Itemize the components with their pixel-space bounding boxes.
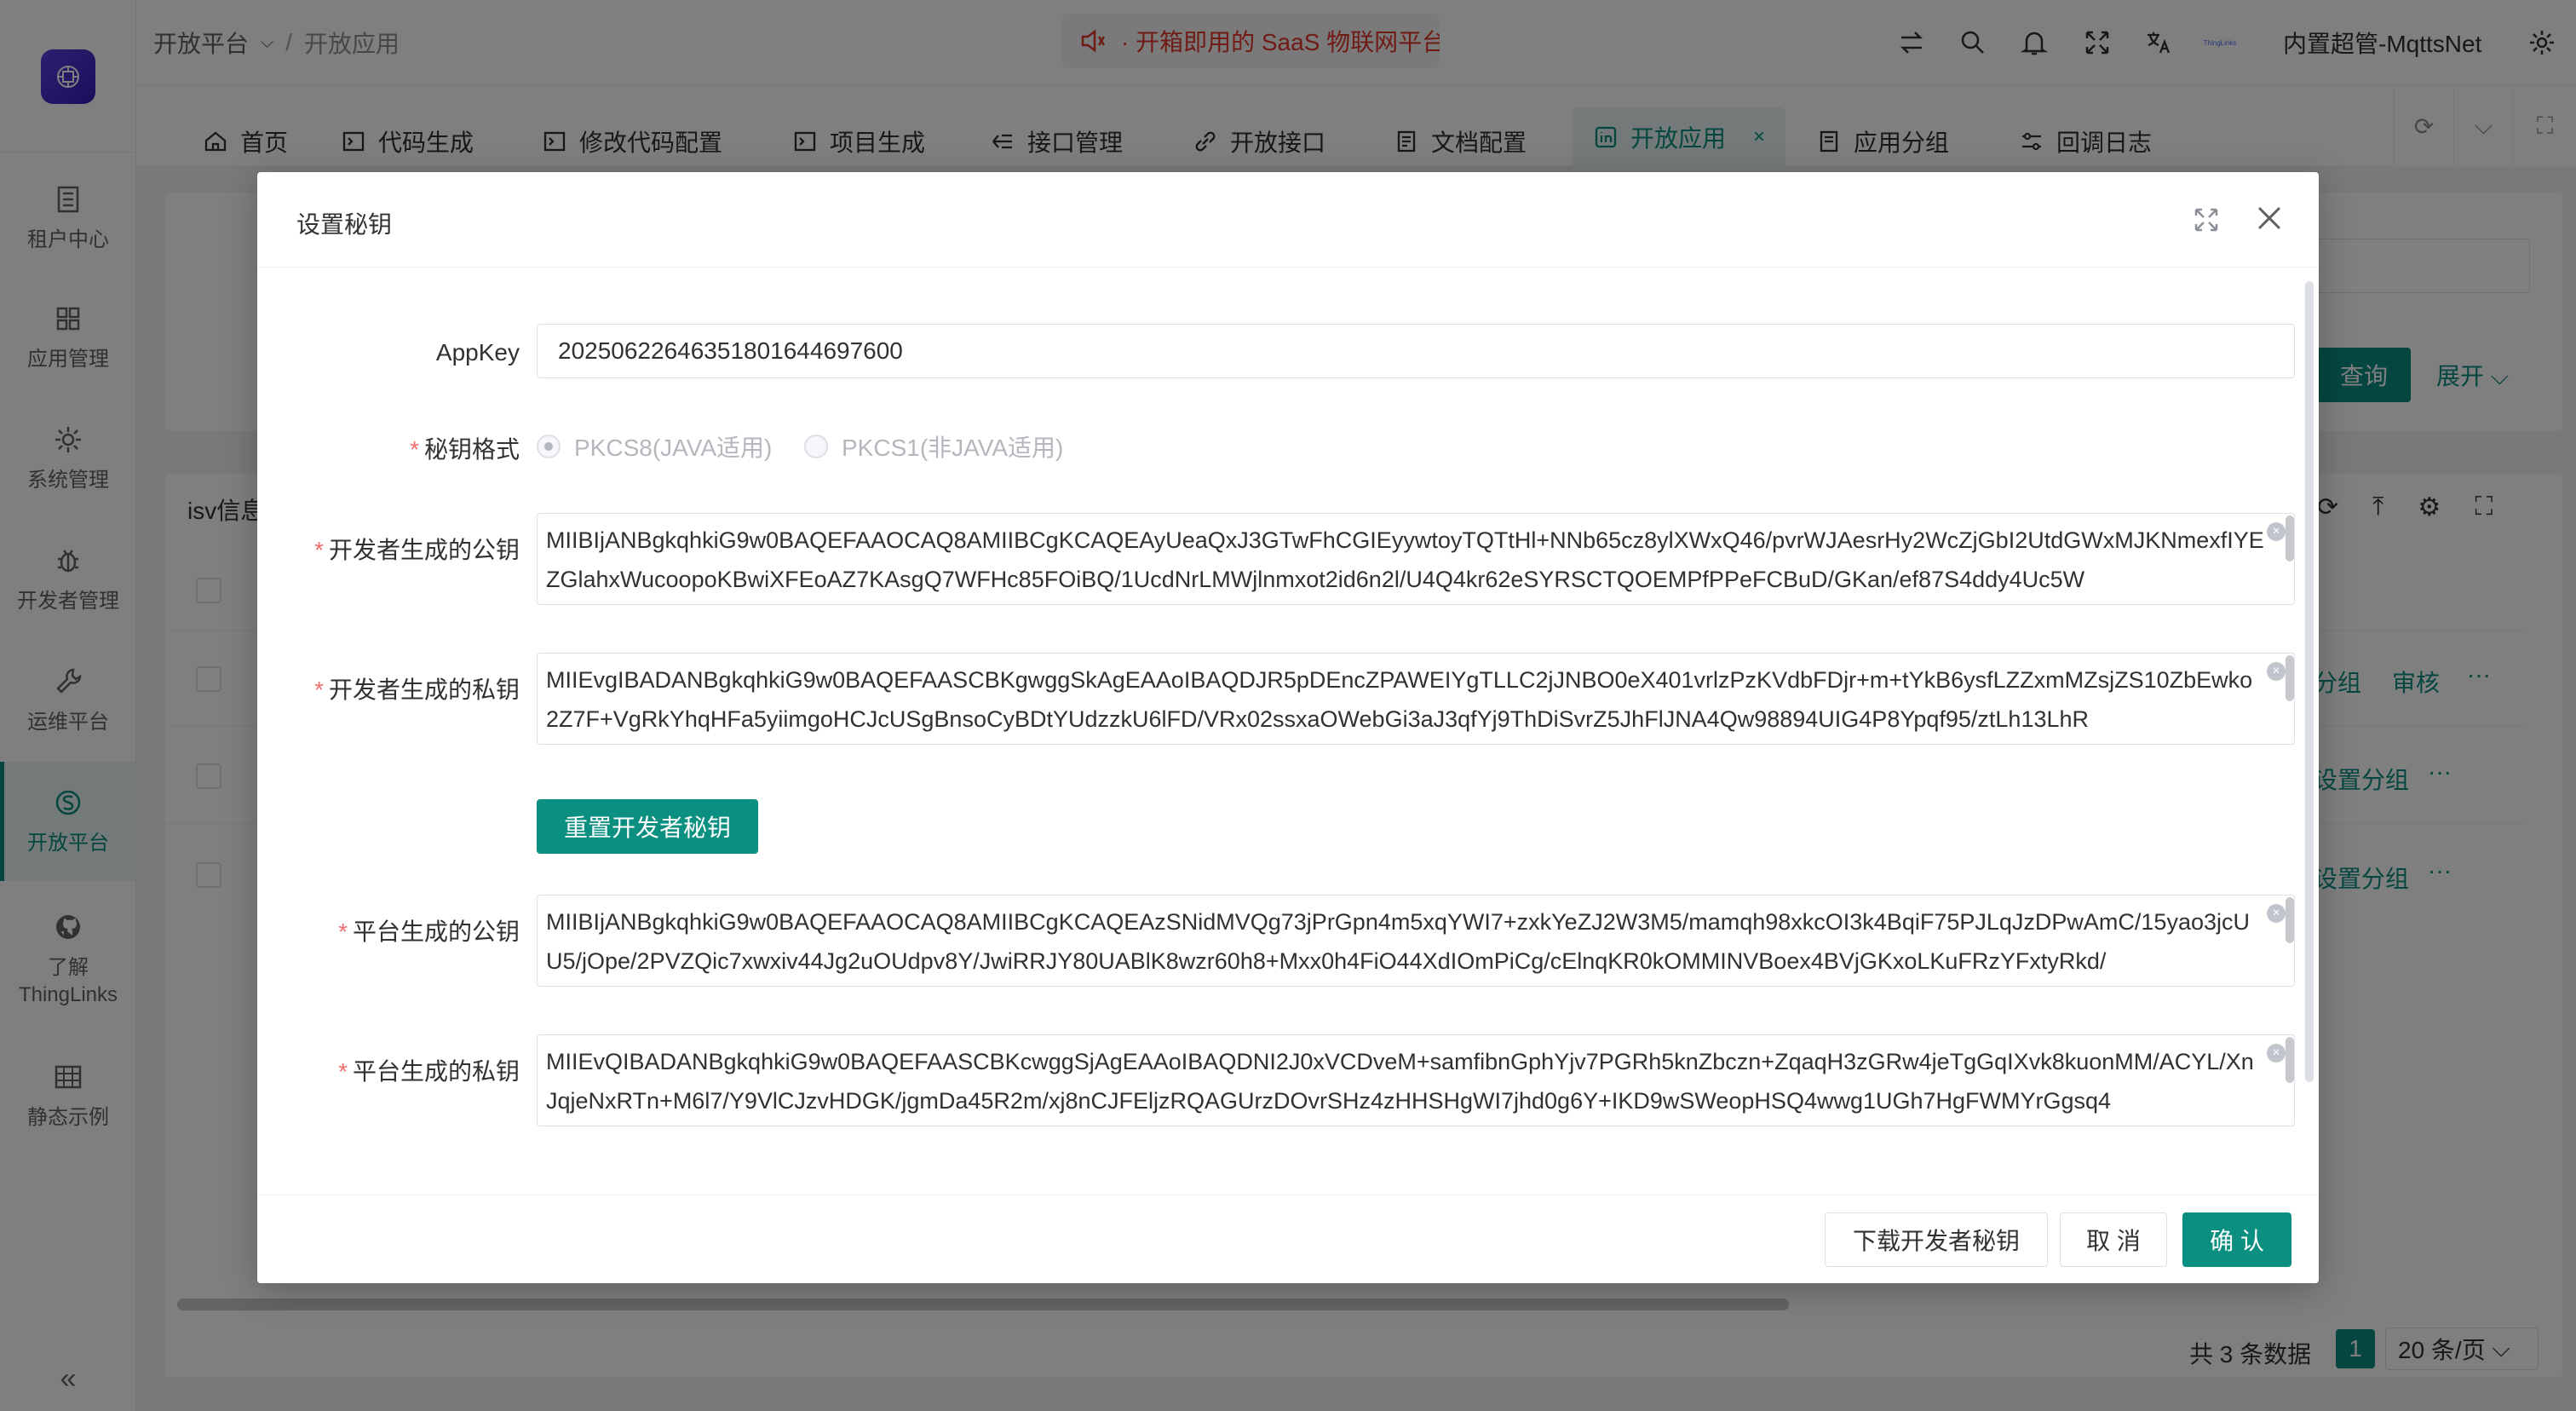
textarea-scrollbar[interactable] — [2286, 655, 2294, 701]
close-icon[interactable] — [2252, 201, 2286, 235]
radio-label: PKCS8(JAVA适用) — [574, 435, 773, 461]
clear-icon[interactable]: × — [2267, 662, 2286, 681]
platform-private-key-label: * 平台生成的私钥 — [338, 1053, 520, 1087]
required-mark: * — [314, 677, 324, 703]
platform-private-key-textarea[interactable]: MIIEvQIBADANBgkqhkiG9w0BAQEFAASCBKcwggSj… — [537, 1034, 2295, 1126]
cancel-button[interactable]: 取 消 — [2060, 1212, 2167, 1267]
clear-icon[interactable]: × — [2267, 904, 2286, 923]
dev-public-key-label: * 开发者生成的公钥 — [314, 532, 520, 566]
set-secret-dialog: 设置秘钥 AppKey 20250622646351801644697600 *… — [257, 172, 2319, 1283]
label-text: 秘钥格式 — [423, 436, 520, 463]
platform-public-key-textarea[interactable]: MIIBIjANBgkqhkiG9w0BAQEFAAOCAQ8AMIIBCgKC… — [537, 895, 2295, 987]
textarea-scrollbar[interactable] — [2286, 897, 2294, 943]
appkey-label: AppKey — [436, 339, 520, 366]
dialog-header: 设置秘钥 — [257, 172, 2319, 268]
confirm-button[interactable]: 确 认 — [2182, 1212, 2291, 1267]
dev-private-key-textarea[interactable]: MIIEvgIBADANBgkqhkiG9w0BAQEFAASCBKgwggSk… — [537, 653, 2295, 745]
textarea-scrollbar[interactable] — [2286, 515, 2294, 562]
download-developer-secret-button[interactable]: 下载开发者秘钥 — [1825, 1212, 2048, 1267]
dialog-footer: 下载开发者秘钥 取 消 确 认 — [257, 1195, 2319, 1283]
textarea-value: MIIEvQIBADANBgkqhkiG9w0BAQEFAASCBKcwggSj… — [546, 1049, 2254, 1114]
clear-icon[interactable]: × — [2267, 1044, 2286, 1063]
label-text: 开发者生成的私钥 — [328, 677, 520, 703]
label-text: 平台生成的公钥 — [352, 919, 520, 945]
label-text: 开发者生成的公钥 — [328, 537, 520, 563]
textarea-value: MIIBIjANBgkqhkiG9w0BAQEFAAOCAQ8AMIIBCgKC… — [546, 909, 2250, 974]
dialog-scrollbar[interactable] — [2305, 281, 2314, 1082]
dev-public-key-textarea[interactable]: MIIBIjANBgkqhkiG9w0BAQEFAAOCAQ8AMIIBCgKC… — [537, 513, 2295, 605]
reset-developer-secret-button[interactable]: 重置开发者秘钥 — [537, 799, 758, 854]
radio-pkcs1[interactable]: PKCS1(非JAVA适用) — [804, 429, 1063, 464]
label-text: AppKey — [435, 339, 520, 366]
radio-label: PKCS1(非JAVA适用) — [842, 435, 1064, 461]
textarea-value: MIIBIjANBgkqhkiG9w0BAQEFAAOCAQ8AMIIBCgKC… — [546, 527, 2264, 592]
required-mark: * — [338, 1058, 348, 1085]
maximize-icon[interactable] — [2189, 203, 2223, 237]
radio-dot — [537, 435, 561, 458]
required-mark: * — [338, 919, 348, 945]
radio-pkcs8[interactable]: PKCS8(JAVA适用) — [537, 429, 772, 464]
dialog-body: AppKey 20250622646351801644697600 * 秘钥格式 … — [257, 268, 2319, 1195]
platform-public-key-label: * 平台生成的公钥 — [338, 913, 520, 947]
label-text: 平台生成的私钥 — [352, 1058, 520, 1085]
required-mark: * — [410, 436, 419, 463]
appkey-field[interactable]: 20250622646351801644697600 — [537, 324, 2295, 378]
clear-icon[interactable]: × — [2267, 522, 2286, 541]
radio-dot — [804, 435, 828, 458]
textarea-scrollbar[interactable] — [2286, 1037, 2294, 1083]
textarea-value: MIIEvgIBADANBgkqhkiG9w0BAQEFAASCBKgwggSk… — [546, 667, 2253, 732]
dev-private-key-label: * 开发者生成的私钥 — [314, 671, 520, 706]
key-format-label: * 秘钥格式 — [410, 431, 520, 465]
dialog-title: 设置秘钥 — [296, 211, 393, 238]
required-mark: * — [314, 537, 324, 563]
